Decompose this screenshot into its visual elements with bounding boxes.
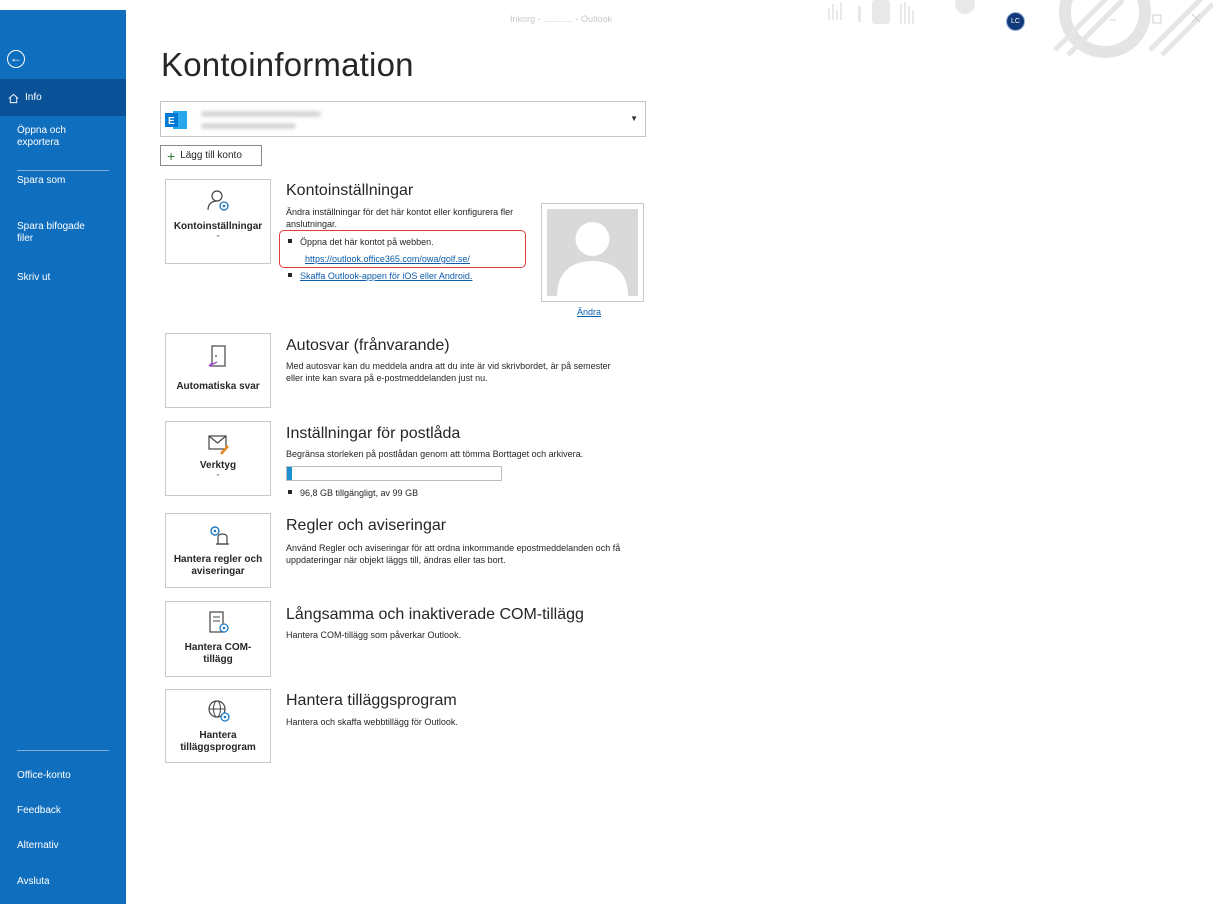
chevron-down-icon: ▼	[630, 114, 638, 123]
rules-alerts-icon	[210, 526, 229, 545]
tile-label: Hantera regler och aviseringar	[173, 554, 263, 577]
outlook-app-link[interactable]: Skaffa Outlook-appen för iOS eller Andro…	[300, 271, 472, 281]
sidebar-item-print[interactable]: Skriv ut	[17, 272, 50, 284]
account-settings-icon	[207, 190, 229, 211]
sidebar-item-label: Alternativ	[17, 840, 59, 851]
sidebar-item-save-attachments[interactable]: Spara bifogade filer	[17, 221, 97, 245]
section-title: Kontoinställningar	[286, 182, 414, 199]
add-account-button[interactable]: + Lägg till konto	[160, 145, 262, 166]
tile-label: Hantera tilläggsprogram	[180, 730, 256, 753]
storage-info: 96,8 GB tillgängligt, av 99 GB	[288, 487, 418, 499]
mailbox-tools-button[interactable]: Verktyg ˇ	[165, 421, 271, 496]
sidebar-item-open-export[interactable]: Öppna och exportera	[17, 125, 97, 149]
manage-rules-button[interactable]: Hantera regler och aviseringar	[165, 513, 271, 588]
globe-settings-icon	[208, 700, 230, 722]
tile-label: Kontoinställningar	[173, 221, 263, 232]
sidebar-item-label: Spara som	[17, 175, 66, 186]
sidebar-item-label: Feedback	[17, 805, 61, 816]
window-title: Inkorg - ............ - Outlook	[510, 14, 613, 24]
mailbox-usage-bar	[286, 466, 502, 481]
section-title: Autosvar (frånvarande)	[286, 337, 450, 354]
sidebar-divider	[17, 750, 109, 751]
section-title: Hantera tilläggsprogram	[286, 692, 457, 709]
com-addins-icon	[209, 611, 229, 633]
mail-cleanup-icon	[208, 435, 229, 455]
user-avatar[interactable]: LC	[1006, 12, 1025, 31]
section-title: Regler och aviseringar	[286, 517, 447, 534]
section-title: Inställningar för postlåda	[286, 425, 461, 442]
section-description: Med autosvar kan du meddela andra att du…	[286, 361, 611, 383]
account-settings-button[interactable]: Kontoinställningar ˇ	[165, 179, 271, 264]
change-photo-link[interactable]: Ändra	[577, 307, 601, 317]
sidebar-item-label: Avsluta	[17, 876, 50, 887]
sidebar-item-feedback[interactable]: Feedback	[17, 805, 61, 817]
sidebar-item-label: Spara bifogade filer	[17, 221, 85, 244]
back-arrow-icon[interactable]: ←	[7, 50, 25, 68]
section-description: Ändra inställningar för det här kontot e…	[286, 207, 514, 229]
sidebar-item-label: Skriv ut	[17, 272, 51, 283]
section-description: Begränsa storleken på postlådan genom at…	[286, 449, 584, 459]
sidebar-item-info[interactable]: Info	[8, 92, 42, 104]
sidebar-item-options[interactable]: Alternativ	[17, 840, 59, 852]
automatic-replies-button[interactable]: Automatiska svar	[165, 333, 271, 408]
section-description: Hantera COM-tillägg som påverkar Outlook…	[286, 630, 462, 640]
account-type-redacted	[201, 123, 296, 129]
svg-text:E: E	[168, 116, 175, 127]
sidebar-item-save-as[interactable]: Spara som	[17, 175, 65, 187]
chevron-down-icon: ˇ	[216, 234, 220, 244]
exchange-icon: E	[165, 111, 187, 129]
tile-label: Automatiska svar	[176, 381, 260, 392]
mailbox-usage-fill	[287, 467, 292, 480]
profile-photo	[541, 203, 644, 302]
sidebar-item-exit[interactable]: Avsluta	[17, 876, 50, 888]
sidebar-divider	[17, 170, 109, 171]
section-title: Långsamma och inaktiverade COM-tillägg	[286, 606, 584, 623]
add-account-label: Lägg till konto	[180, 150, 242, 161]
plus-icon: +	[167, 147, 176, 164]
manage-com-addins-button[interactable]: Hantera COM-tillägg	[165, 601, 271, 677]
section-description: Använd Regler och aviseringar för att or…	[286, 543, 621, 565]
manage-addins-button[interactable]: Hantera tilläggsprogram	[165, 689, 271, 763]
sidebar-item-label: Öppna och exportera	[17, 125, 66, 148]
sidebar-item-label: Office-konto	[17, 770, 71, 781]
storage-text: 96,8 GB tillgängligt, av 99 GB	[300, 488, 419, 498]
home-icon	[8, 93, 19, 103]
account-name-redacted	[201, 111, 321, 117]
section-description: Hantera och skaffa webbtillägg för Outlo…	[286, 717, 458, 727]
backstage-sidebar: ← Info Öppna och exportera Spara som Spa…	[0, 10, 126, 904]
tile-label: Verktyg	[199, 460, 237, 471]
tile-label: Hantera COM-tillägg	[184, 642, 252, 665]
chevron-down-icon: ˇ	[216, 473, 220, 483]
account-selector-dropdown[interactable]: E ▼	[160, 101, 646, 137]
door-exit-icon	[208, 345, 226, 367]
sidebar-item-label: Info	[25, 92, 42, 103]
highlight-annotation	[279, 230, 526, 268]
person-silhouette-icon	[557, 222, 628, 296]
page-title: Kontoinformation	[161, 46, 414, 83]
bullet-get-app: Skaffa Outlook-appen för iOS eller Andro…	[288, 270, 472, 282]
sidebar-item-office-account[interactable]: Office-konto	[17, 770, 71, 782]
